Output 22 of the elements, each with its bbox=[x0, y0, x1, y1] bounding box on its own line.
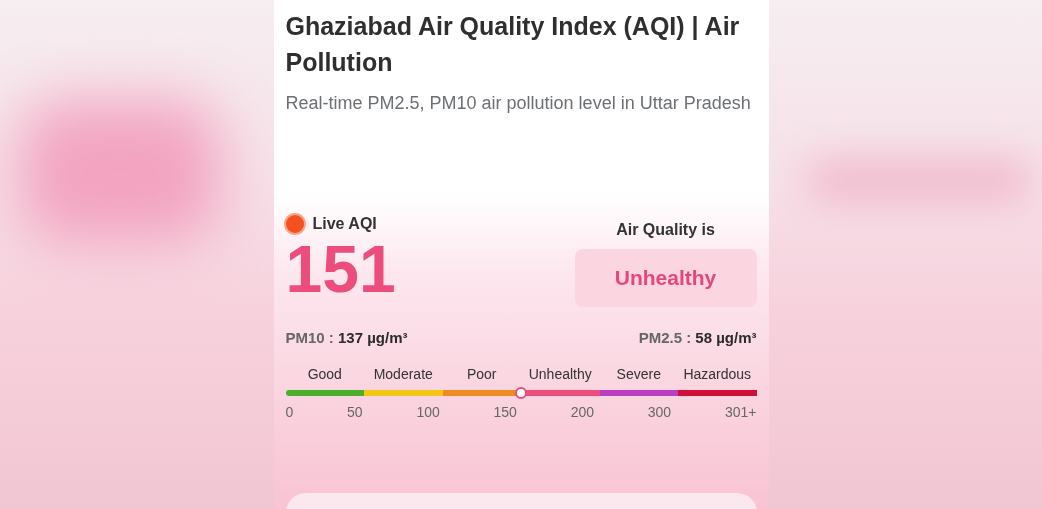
page-title: Ghaziabad Air Quality Index (AQI) | Air Pollution bbox=[285, 11, 741, 78]
scale-tick-label: 200 bbox=[570, 404, 594, 420]
page-subtitle: Real-time PM2.5, PM10 air pollution level in Uttar Pradesh bbox=[285, 92, 752, 115]
scale-tick-label: 50 bbox=[347, 404, 363, 420]
scale-tick-label: 100 bbox=[416, 404, 440, 420]
aqi-value: 151 bbox=[285, 233, 396, 305]
scale-band-label: Good bbox=[306, 366, 343, 382]
pollutant-reading: PM2.5 : 58 µg/m³ bbox=[638, 329, 757, 346]
scale-tick-label: 150 bbox=[493, 404, 517, 420]
scale-tick-label: 301+ bbox=[724, 404, 757, 420]
scale-tick-label: 0 bbox=[285, 404, 294, 420]
scale-band-label: Unhealthy bbox=[527, 366, 593, 382]
air-quality-label: Air Quality is bbox=[616, 221, 715, 239]
scale-tick-label: 300 bbox=[647, 404, 672, 420]
scale-band-label: Hazardous bbox=[682, 366, 753, 382]
scale-band-label: Poor bbox=[465, 366, 498, 382]
live-aqi-label: Live AQI bbox=[312, 215, 377, 233]
scale-band-label: Moderate bbox=[372, 366, 434, 382]
live-dot-icon bbox=[285, 215, 304, 233]
air-quality-status: Unhealthy bbox=[574, 249, 757, 307]
pollutant-reading: PM10 : 137 µg/m³ bbox=[285, 329, 408, 346]
scale-band-label: Severe bbox=[615, 366, 662, 382]
